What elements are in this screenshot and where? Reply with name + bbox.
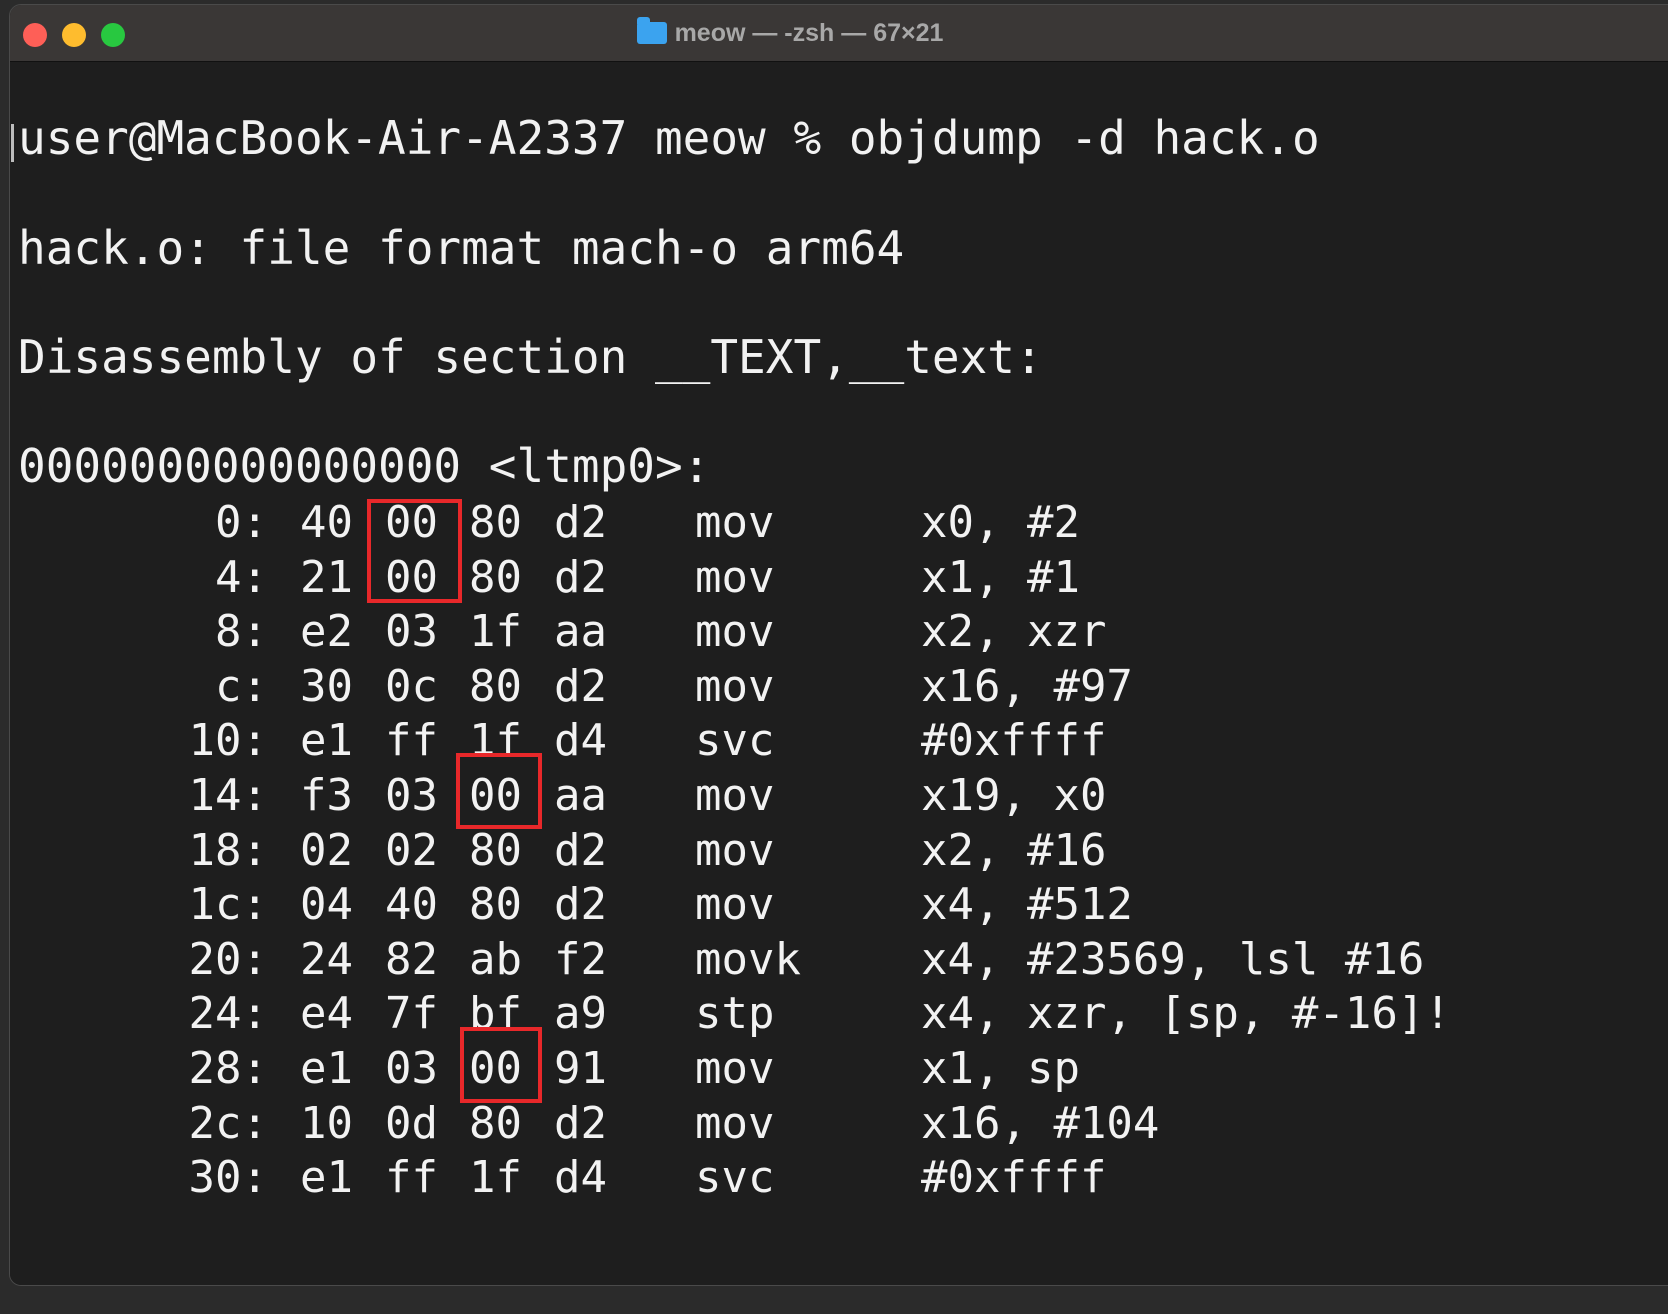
row-byte-2: 03 — [385, 770, 438, 821]
folder-icon — [636, 17, 667, 44]
row-address: 20: — [188, 933, 268, 985]
row-operands: x4, #512 — [921, 879, 1133, 931]
row-operands: x16, #97 — [921, 660, 1133, 712]
row-operands: x19, x0 — [921, 770, 1107, 821]
row-address: 30: — [188, 1152, 268, 1204]
row-address: c: — [215, 660, 268, 712]
row-operands: #0xffff — [921, 1152, 1107, 1204]
row-byte-1: 10 — [300, 1097, 353, 1149]
row-byte-1: 02 — [300, 824, 353, 876]
row-byte-4: f2 — [554, 933, 607, 985]
row-operands: x2, #16 — [921, 824, 1107, 876]
row-byte-4: d2 — [554, 824, 607, 876]
row-byte-1: e1 — [300, 715, 353, 767]
row-byte-2: 40 — [385, 879, 438, 931]
row-mnemonic: movk — [695, 933, 801, 985]
row-mnemonic: mov — [695, 879, 775, 931]
row-byte-3: 80 — [469, 551, 522, 603]
row-address: 18: — [188, 824, 268, 876]
row-byte-1: e1 — [300, 1043, 353, 1094]
row-byte-3: 80 — [469, 824, 522, 876]
row-mnemonic: mov — [695, 1043, 775, 1094]
row-byte-4: d2 — [554, 1097, 607, 1149]
row-address: 1c: — [188, 879, 268, 931]
terminal-window: meow — -zsh — 67×21 user@MacBook-Air-A23… — [9, 4, 1668, 1286]
row-mnemonic: mov — [695, 770, 775, 821]
symbol-label-line: 0000000000000000 <ltmp0>: — [18, 439, 711, 493]
row-byte-1: f3 — [300, 770, 353, 821]
row-byte-2: 0c — [385, 660, 438, 712]
row-mnemonic: svc — [695, 1152, 775, 1204]
row-operands: x2, xzr — [921, 606, 1107, 658]
row-operands: x0, #2 — [921, 497, 1080, 548]
row-address: 10: — [188, 715, 268, 767]
row-byte-2: 02 — [385, 824, 438, 876]
row-byte-2: ff — [385, 715, 438, 767]
row-byte-1: 24 — [300, 933, 353, 985]
row-operands: x4, xzr, [sp, #-16]! — [921, 988, 1451, 1040]
row-byte-3: 1f — [469, 606, 522, 658]
row-mnemonic: mov — [695, 497, 775, 548]
row-byte-3: 80 — [469, 1097, 522, 1149]
window-title: meow — -zsh — 67×21 — [10, 17, 1668, 48]
row-byte-4: d4 — [554, 715, 607, 767]
row-byte-1: 04 — [300, 879, 353, 931]
row-operands: x1, sp — [921, 1043, 1080, 1094]
row-address: 14: — [188, 770, 268, 821]
highlight-box-row-28 — [460, 1027, 542, 1103]
row-address: 28: — [188, 1043, 268, 1094]
row-byte-4: 91 — [554, 1043, 607, 1094]
row-mnemonic: mov — [695, 824, 775, 876]
section-header-line: Disassembly of section __TEXT,__text: — [18, 330, 1043, 384]
row-byte-4: aa — [554, 606, 607, 658]
row-byte-4: d2 — [554, 497, 607, 548]
row-mnemonic: mov — [695, 1097, 775, 1149]
row-byte-2: 0d — [385, 1097, 438, 1149]
row-address: 4: — [215, 551, 268, 603]
row-byte-4: d2 — [554, 660, 607, 712]
terminal-content[interactable]: user@MacBook-Air-A2337 meow % objdump -d… — [10, 62, 1668, 1285]
prompt-line: user@MacBook-Air-A2337 meow % objdump -d… — [18, 111, 1320, 165]
row-byte-3: 1f — [469, 1152, 522, 1204]
row-byte-4: d2 — [554, 879, 607, 931]
row-byte-1: 40 — [300, 497, 353, 548]
line-marker — [11, 124, 14, 162]
title-bar[interactable]: meow — -zsh — 67×21 — [10, 5, 1668, 62]
row-operands: #0xffff — [921, 715, 1107, 767]
row-byte-2: 82 — [385, 933, 438, 985]
highlight-box-rows-0-1 — [367, 499, 462, 603]
row-byte-3: ab — [469, 933, 522, 985]
row-byte-2: ff — [385, 1152, 438, 1204]
row-byte-4: aa — [554, 770, 607, 821]
row-byte-1: 21 — [300, 551, 353, 603]
row-mnemonic: mov — [695, 551, 775, 603]
row-operands: x4, #23569, lsl #16 — [921, 933, 1425, 985]
window-title-text: meow — -zsh — 67×21 — [674, 19, 944, 47]
row-byte-1: e2 — [300, 606, 353, 658]
row-byte-3: 80 — [469, 497, 522, 548]
row-byte-3: 80 — [469, 879, 522, 931]
row-byte-4: a9 — [554, 988, 607, 1040]
row-mnemonic: svc — [695, 715, 775, 767]
row-byte-1: e4 — [300, 988, 353, 1040]
row-address: 24: — [188, 988, 268, 1040]
row-byte-4: d4 — [554, 1152, 607, 1204]
row-byte-2: 03 — [385, 606, 438, 658]
row-byte-2: 03 — [385, 1043, 438, 1094]
row-mnemonic: mov — [695, 606, 775, 658]
row-address: 0: — [215, 497, 268, 548]
row-mnemonic: mov — [695, 660, 775, 712]
row-address: 8: — [215, 606, 268, 658]
row-operands: x1, #1 — [921, 551, 1080, 603]
row-mnemonic: stp — [695, 988, 775, 1040]
row-operands: x16, #104 — [921, 1097, 1160, 1149]
row-byte-1: 30 — [300, 660, 353, 712]
file-format-line: hack.o: file format mach-o arm64 — [18, 221, 905, 275]
row-address: 2c: — [188, 1097, 268, 1149]
row-byte-4: d2 — [554, 551, 607, 603]
row-byte-1: e1 — [300, 1152, 353, 1204]
row-byte-3: 80 — [469, 660, 522, 712]
highlight-box-row-14 — [456, 753, 542, 829]
row-byte-2: 7f — [385, 988, 438, 1040]
